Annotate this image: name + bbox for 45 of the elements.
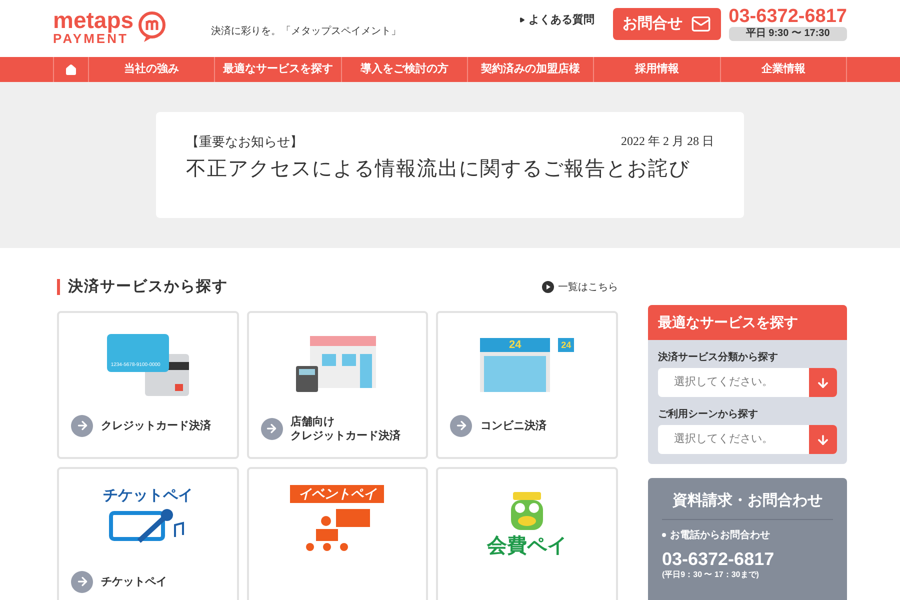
filter-label: 決済サービス分類から探す	[658, 350, 779, 365]
select-field[interactable]: 選択してください。	[658, 425, 837, 454]
mail-icon	[690, 14, 711, 34]
notice-title: 不正アクセスによる情報流出に関するご報告とお詫び	[186, 156, 691, 182]
business-hours: 平日 9:30 〜 17:30	[728, 27, 847, 41]
event-pay-logo: イベントペイ	[290, 484, 384, 502]
store-sign: 24	[558, 338, 574, 352]
section-heading: 決済サービスから探す	[68, 277, 228, 297]
notice-date: 2022 年 2 月 28 日	[621, 133, 714, 150]
logo[interactable]: metaps PAYMENT	[53, 8, 181, 45]
store-drawing	[480, 352, 550, 392]
service-card[interactable]: 会費ペイ	[436, 466, 618, 600]
service-card[interactable]: 24 24 コンビニ決済	[436, 310, 618, 458]
dropdown-icon	[809, 425, 837, 454]
dropdown-icon	[809, 368, 837, 397]
triangle-icon	[518, 17, 525, 24]
tagline: 決済に彩りを。「メタップスペイメント」	[211, 24, 401, 39]
logo-subtitle: PAYMENT	[53, 32, 128, 45]
list-link[interactable]: 一覧はこちら	[542, 280, 618, 295]
finder-title: 最適なサービスを探す	[648, 305, 847, 340]
service-name: クレジットカード決済	[101, 418, 211, 432]
service-name: 店舗向け クレジットカード決済	[290, 414, 401, 442]
contact-button[interactable]: お問合せ	[612, 8, 721, 40]
home-icon	[65, 64, 77, 76]
contact-hours: (平日9：30 〜 17：30まで)	[662, 568, 760, 580]
service-card[interactable]: イベントペイ	[246, 466, 428, 600]
phone-number: 03-6372-6817	[728, 7, 847, 27]
service-name: コンビニ決済	[480, 418, 546, 432]
ticket-pay-logo: チケットペイ	[102, 488, 193, 503]
logo-wordmark: metaps	[53, 8, 134, 32]
select-field[interactable]: 選択してください。	[658, 368, 837, 397]
play-icon	[542, 281, 554, 294]
contact-title: 資料請求・お問合わせ	[662, 490, 833, 520]
fee-pay-logo: 会費ペイ	[487, 536, 568, 556]
notice-tag: 【重要なお知らせ】	[186, 132, 303, 152]
faq-link[interactable]: よくある質問	[518, 12, 595, 28]
service-name: チケットペイ	[101, 574, 167, 588]
filter-label: ご利用シーンから探す	[658, 408, 759, 422]
logo-icon	[138, 10, 166, 42]
service-card[interactable]: チケットペイ チケットペイ	[57, 466, 239, 600]
store-sign: 24	[480, 338, 550, 352]
contact-phone: 03-6372-6817	[662, 548, 776, 568]
notice-card[interactable]: 【重要なお知らせ】 2022 年 2 月 28 日 不正アクセスによる情報流出に関するご報告とお詫び	[156, 112, 744, 218]
contact-item: お電話からお問合わせ	[670, 528, 770, 542]
service-card[interactable]: 店舗向け クレジットカード決済	[246, 310, 428, 458]
